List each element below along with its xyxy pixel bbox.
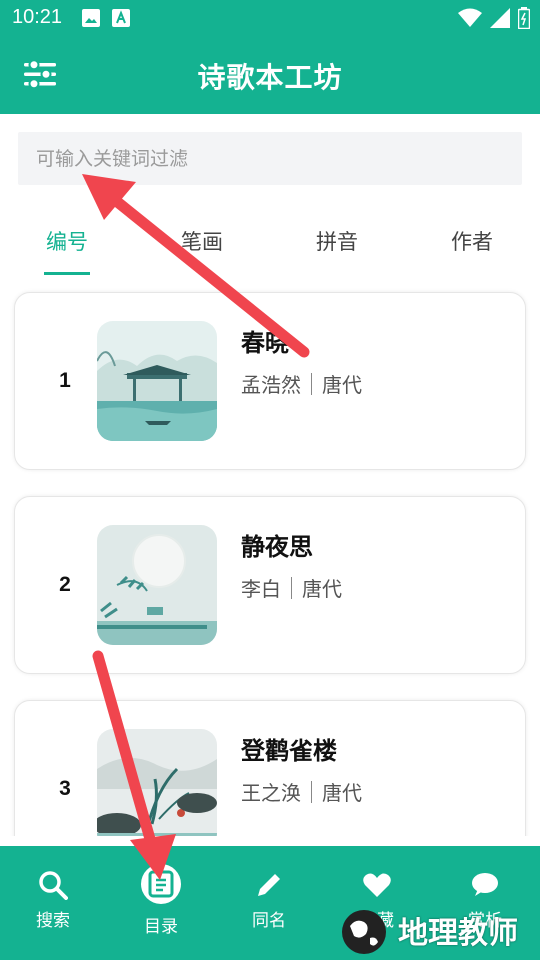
poem-card[interactable]: 2 静夜思 李白 唐代 xyxy=(14,496,526,674)
poem-title: 静夜思 xyxy=(241,533,313,561)
nav-search[interactable]: 搜索 xyxy=(8,870,98,931)
app-bar: 诗歌本工坊 xyxy=(0,36,540,114)
status-time: 10:21 xyxy=(12,6,63,28)
search-box[interactable] xyxy=(18,132,522,185)
nav-label: 同名 xyxy=(252,911,286,931)
search-input[interactable] xyxy=(36,144,506,174)
system-icons xyxy=(458,7,530,29)
app-notification-icon xyxy=(112,9,130,27)
catalog-icon xyxy=(148,870,174,898)
poem-author: 孟浩然 xyxy=(241,373,301,397)
tab-number[interactable]: 编号 xyxy=(22,226,112,256)
pencil-icon xyxy=(258,874,280,896)
poem-number: 2 xyxy=(59,573,71,596)
poem-list: 1 春晓 孟浩然 唐代 2 静夜思 李白 唐代 3 登鹳雀楼 王之涣 唐代 xyxy=(0,288,540,836)
notification-icons xyxy=(82,9,130,27)
watermark: 地理教师 xyxy=(336,900,518,960)
chat-icon xyxy=(472,873,498,896)
poem-dynasty: 唐代 xyxy=(302,577,342,601)
poem-author: 李白 xyxy=(241,577,281,601)
meta-divider xyxy=(311,372,312,395)
tab-strokes[interactable]: 笔画 xyxy=(157,226,247,256)
search-icon xyxy=(39,871,68,900)
poem-card[interactable]: 3 登鹳雀楼 王之涣 唐代 xyxy=(14,700,526,836)
meta-divider xyxy=(291,576,292,599)
poem-dynasty: 唐代 xyxy=(322,781,362,805)
wifi-icon xyxy=(458,8,482,27)
watermark-text: 地理教师 xyxy=(398,916,518,951)
tab-author[interactable]: 作者 xyxy=(427,226,517,256)
poem-author: 王之涣 xyxy=(241,781,301,805)
nav-same-name[interactable]: 同名 xyxy=(224,870,314,931)
poem-dynasty: 唐代 xyxy=(322,373,362,397)
catalog-icon-circle xyxy=(141,864,181,904)
poem-number: 3 xyxy=(59,777,71,800)
poem-meta: 李白 唐代 xyxy=(241,573,342,602)
sort-tabs: 编号 笔画 拼音 作者 xyxy=(0,214,540,276)
nav-label: 目录 xyxy=(144,917,178,937)
poem-meta: 孟浩然 唐代 xyxy=(241,369,362,398)
poem-title: 登鹳雀楼 xyxy=(241,737,337,765)
heart-icon xyxy=(363,873,391,897)
status-bar: 10:21 xyxy=(0,0,540,36)
nav-label: 搜索 xyxy=(36,911,70,931)
poem-number: 1 xyxy=(59,369,71,392)
globe-logo-icon xyxy=(342,910,386,954)
meta-divider xyxy=(311,780,312,803)
poem-meta: 王之涣 唐代 xyxy=(241,777,362,806)
poem-card[interactable]: 1 春晓 孟浩然 唐代 xyxy=(14,292,526,470)
poem-thumbnail xyxy=(97,321,217,441)
battery-icon xyxy=(518,7,530,29)
poem-title: 春晓 xyxy=(241,329,289,357)
tab-pinyin[interactable]: 拼音 xyxy=(292,226,382,256)
nav-catalog[interactable]: 目录 xyxy=(116,864,206,937)
image-notification-icon xyxy=(82,9,100,27)
poem-thumbnail xyxy=(97,729,217,836)
signal-icon xyxy=(490,8,510,28)
poem-thumbnail xyxy=(97,525,217,645)
page-title: 诗歌本工坊 xyxy=(197,61,343,94)
active-tab-indicator xyxy=(44,272,90,275)
